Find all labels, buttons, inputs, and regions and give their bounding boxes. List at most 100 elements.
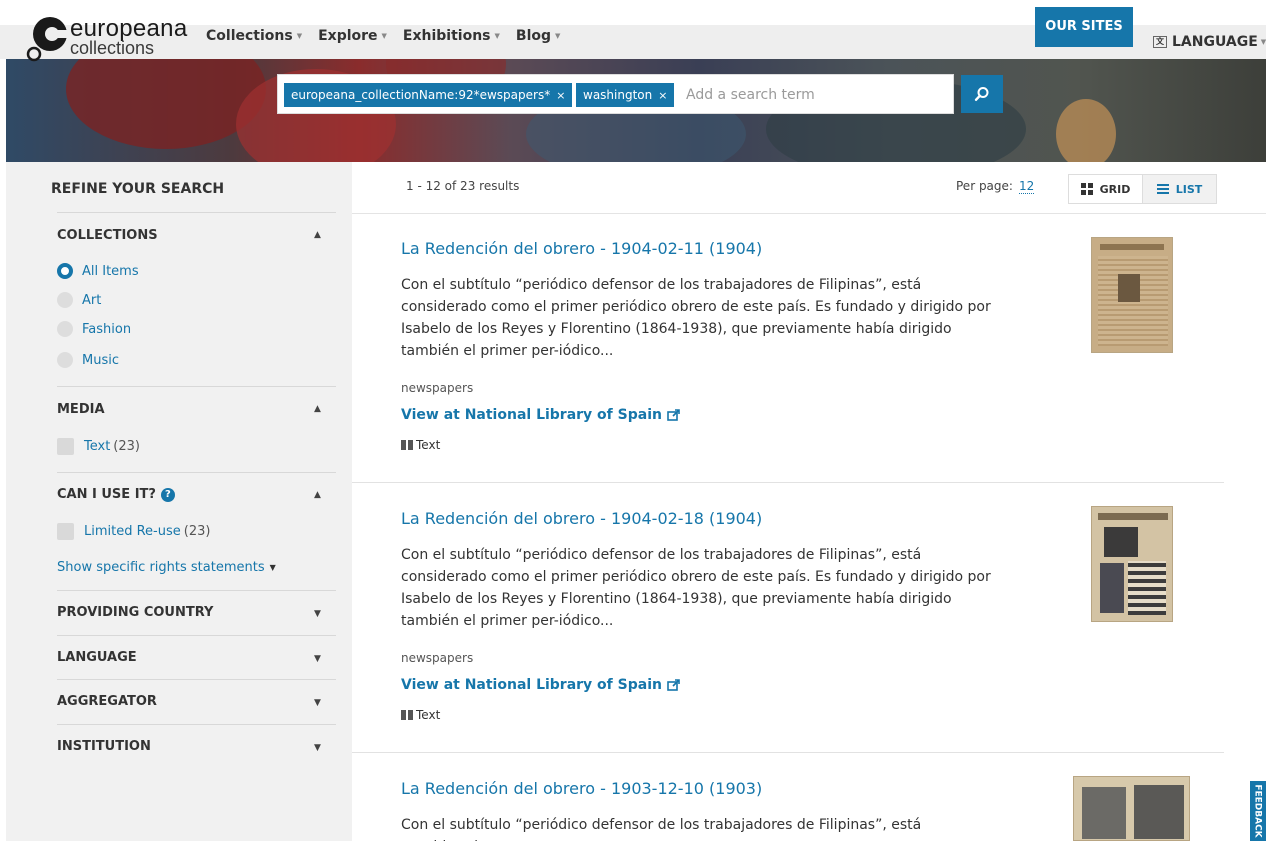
- search-pill-term[interactable]: washington ×: [576, 83, 675, 107]
- facet-collections-title[interactable]: COLLECTIONS: [57, 228, 158, 243]
- collection-option-label: Fashion: [82, 321, 132, 337]
- collection-option-label: Art: [82, 292, 102, 308]
- collection-option-all-items[interactable]: All Items: [57, 263, 139, 279]
- europeana-logo[interactable]: europeana collections: [26, 12, 187, 64]
- divider: [57, 635, 336, 636]
- radio-unselected[interactable]: [57, 321, 73, 337]
- collection-option-label: Music: [82, 352, 119, 368]
- radio-unselected[interactable]: [57, 292, 73, 308]
- chevron-down-icon: ▼: [1260, 38, 1266, 46]
- media-option-text[interactable]: Text (23): [57, 438, 140, 455]
- divider: [57, 212, 336, 213]
- result-description: Con el subtítulo “periódico defensor de …: [401, 817, 922, 841]
- per-page-select[interactable]: 12: [1018, 179, 1035, 194]
- result-media-type: Text: [401, 708, 440, 722]
- close-icon[interactable]: ×: [658, 89, 667, 102]
- result-title[interactable]: La Redención del obrero - 1903-12-10 (19…: [401, 779, 762, 798]
- nav-blog[interactable]: Blog ▼: [516, 28, 561, 44]
- result-type: newspapers: [401, 651, 474, 665]
- external-link-icon: [667, 679, 680, 691]
- search-input[interactable]: [686, 83, 946, 107]
- language-menu[interactable]: 文 LANGUAGE ▼: [1153, 34, 1266, 50]
- refine-title: REFINE YOUR SEARCH: [51, 181, 225, 197]
- divider: [57, 472, 336, 473]
- search-icon: [974, 87, 989, 102]
- show-rights-label: Show specific rights statements: [57, 560, 265, 575]
- external-link-icon: [667, 409, 680, 421]
- chevron-down-icon: ▼: [381, 32, 387, 40]
- chevron-down-icon: ▼: [494, 32, 500, 40]
- checkbox[interactable]: [57, 438, 74, 455]
- nav-collections-label: Collections: [206, 28, 293, 44]
- chevron-down-icon: ▼: [555, 32, 561, 40]
- list-view-label: LIST: [1175, 182, 1203, 196]
- facet-aggregator-title[interactable]: AGGREGATOR: [57, 694, 157, 709]
- result-description: Con el subtítulo “periódico defensor de …: [401, 277, 991, 359]
- close-icon[interactable]: ×: [556, 89, 565, 102]
- caret-down-icon: ▼: [269, 563, 276, 572]
- result-thumbnail[interactable]: [1091, 237, 1173, 353]
- nav-explore[interactable]: Explore ▼: [318, 28, 387, 44]
- grid-view-label: GRID: [1099, 182, 1131, 196]
- rights-option-label: Limited Re-use: [84, 524, 181, 539]
- result-type: newspapers: [401, 381, 474, 395]
- collection-option-music[interactable]: Music: [57, 352, 119, 368]
- radio-selected[interactable]: [57, 263, 73, 279]
- help-icon[interactable]: ?: [160, 487, 175, 502]
- media-option-count: (23): [113, 439, 140, 454]
- book-icon: [401, 440, 413, 450]
- facet-language-title[interactable]: LANGUAGE: [57, 650, 137, 665]
- chevron-down-icon[interactable]: ▼: [314, 609, 321, 619]
- divider: [57, 679, 336, 680]
- search-pill-collection[interactable]: europeana_collectionName:92*ewspapers* ×: [284, 83, 573, 107]
- feedback-tab[interactable]: FEEDBACK: [1250, 781, 1266, 841]
- chevron-down-icon[interactable]: ▼: [314, 743, 321, 753]
- result-media-label: Text: [416, 708, 441, 722]
- result-provider-link[interactable]: View at National Library of Spain: [401, 677, 681, 693]
- our-sites-button[interactable]: OUR SITES: [1035, 7, 1133, 47]
- nav-collections[interactable]: Collections ▼: [206, 28, 302, 44]
- collection-option-fashion[interactable]: Fashion: [57, 321, 131, 337]
- chevron-up-icon[interactable]: ▲: [314, 404, 321, 414]
- nav-exhibitions[interactable]: Exhibitions ▼: [403, 28, 500, 44]
- search-button[interactable]: [961, 75, 1003, 113]
- chevron-up-icon[interactable]: ▲: [314, 490, 321, 500]
- translate-icon: 文: [1153, 36, 1167, 48]
- result-title[interactable]: La Redención del obrero - 1904-02-11 (19…: [401, 239, 762, 258]
- nav-explore-label: Explore: [318, 28, 378, 44]
- show-rights-statements-link[interactable]: Show specific rights statements ▼: [57, 560, 276, 575]
- result-separator: [352, 752, 1224, 753]
- per-page-label: Per page:: [956, 179, 1013, 193]
- book-icon: [401, 710, 413, 720]
- grid-view-button[interactable]: GRID: [1069, 175, 1142, 203]
- radio-unselected[interactable]: [57, 352, 73, 368]
- result-thumbnail[interactable]: [1091, 506, 1173, 622]
- facet-media-title[interactable]: MEDIA: [57, 402, 105, 417]
- nav-exhibitions-label: Exhibitions: [402, 28, 491, 44]
- result-thumbnail[interactable]: [1073, 776, 1190, 841]
- media-option-label: Text: [84, 439, 111, 454]
- rights-option-limited-reuse[interactable]: Limited Re-use (23): [57, 523, 210, 540]
- chevron-down-icon[interactable]: ▼: [314, 654, 321, 664]
- search-box: europeana_collectionName:92*ewspapers* ×…: [277, 74, 954, 114]
- chevron-down-icon[interactable]: ▼: [314, 698, 321, 708]
- facet-providing-country-title[interactable]: PROVIDING COUNTRY: [57, 605, 213, 620]
- nav-blog-label: Blog: [515, 28, 552, 44]
- result-separator: [352, 482, 1224, 483]
- checkbox[interactable]: [57, 523, 74, 540]
- feedback-label: FEEDBACK: [1253, 784, 1264, 838]
- facet-rights-title[interactable]: CAN I USE IT? ?: [57, 487, 175, 502]
- list-icon: [1156, 184, 1169, 194]
- grid-icon: [1080, 183, 1093, 195]
- chevron-down-icon: ▼: [296, 32, 303, 40]
- divider: [57, 724, 336, 725]
- result-title[interactable]: La Redención del obrero - 1904-02-18 (19…: [401, 509, 762, 528]
- main-nav: Collections ▼ Explore ▼ Exhibitions ▼ Blog ▼: [206, 28, 576, 44]
- chevron-up-icon[interactable]: ▲: [314, 230, 321, 240]
- list-view-button[interactable]: LIST: [1142, 175, 1216, 203]
- collection-option-art[interactable]: Art: [57, 292, 101, 308]
- result-provider-link[interactable]: View at National Library of Spain: [401, 407, 681, 423]
- view-toggle: GRID LIST: [1068, 174, 1217, 204]
- result-count: 1 - 12 of 23 results: [406, 179, 520, 193]
- facet-institution-title[interactable]: INSTITUTION: [57, 739, 151, 754]
